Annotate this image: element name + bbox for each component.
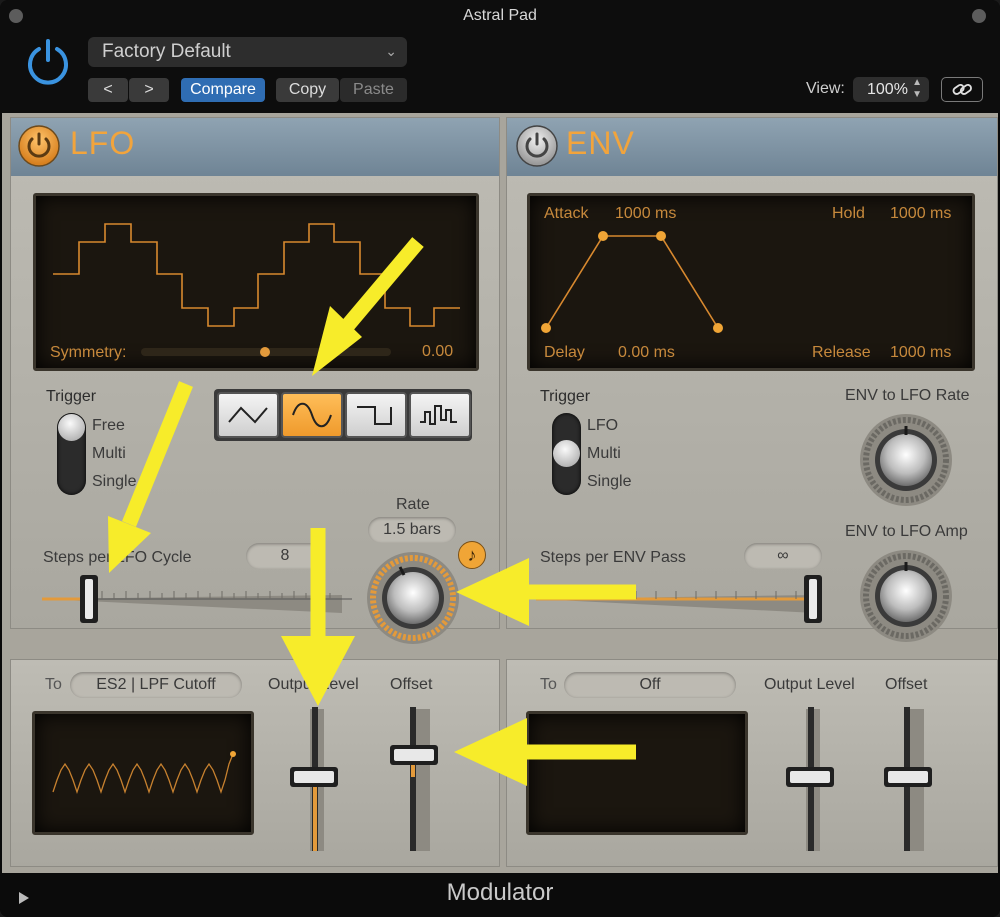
modulator-panel: LFO ENV Symmetry: 0.00 Trigger Free Mult… (2, 113, 998, 873)
waveform-square-button[interactable] (345, 392, 407, 438)
symmetry-label: Symmetry: (50, 344, 127, 361)
env-hold-point (656, 231, 666, 241)
env-power-icon[interactable] (516, 125, 558, 167)
link-icon[interactable] (941, 77, 983, 102)
sine-wave-icon (292, 402, 332, 428)
env-offset-label: Offset (885, 676, 928, 693)
zoom-value: 100% (867, 81, 908, 98)
lfo-output-scope (32, 711, 254, 835)
lfo-trigger-switch-thumb[interactable] (58, 414, 85, 441)
env-to-lfo-amp-knob[interactable] (857, 547, 955, 645)
env-output-level-fader[interactable] (784, 705, 838, 855)
lfo-power-icon[interactable] (18, 125, 60, 167)
env-attack-point (598, 231, 608, 241)
env-output-scope (526, 711, 748, 835)
footer-title: Modulator (446, 879, 554, 906)
env-to-lfo-rate-knob[interactable] (857, 411, 955, 509)
env-hold-value[interactable]: 1000 ms (890, 205, 951, 223)
lfo-steps-slider[interactable] (42, 573, 362, 629)
preset-dropdown[interactable]: Factory Default ⌄ (88, 37, 407, 67)
symmetry-slider-handle (260, 347, 270, 357)
env-shape-display: Attack 1000 ms Hold 1000 ms Delay 0.00 m… (527, 193, 975, 371)
lfo-offset-label: Offset (390, 676, 433, 693)
header-bar: Astral Pad Factory Default ⌄ < > Compare… (0, 0, 1000, 113)
env-delay-point (541, 323, 551, 333)
zoom-select[interactable]: 100% ▲ ▼ (853, 77, 929, 102)
plugin-window: Astral Pad Factory Default ⌄ < > Compare… (0, 0, 1000, 917)
plugin-power-icon[interactable] (24, 38, 72, 86)
rate-label: Rate (396, 496, 430, 513)
previous-preset-button[interactable]: < (88, 78, 128, 102)
env-release-value[interactable]: 1000 ms (890, 344, 951, 362)
lfo-output-level-label: Output Level (268, 676, 359, 693)
env-target-dropdown[interactable]: Off (564, 672, 736, 698)
rate-knob[interactable] (364, 549, 462, 647)
env-trigger-label: Trigger (540, 388, 591, 405)
lfo-steps-label: Steps per LFO Cycle (43, 549, 192, 566)
copy-button[interactable]: Copy (276, 78, 339, 102)
next-preset-button[interactable]: > (129, 78, 169, 102)
env-release-label: Release (812, 344, 871, 361)
lfo-to-label: To (45, 676, 62, 693)
rate-value[interactable]: 1.5 bars (368, 517, 456, 543)
env-to-lfo-rate-label: ENV to LFO Rate (845, 387, 970, 404)
lfo-offset-fader[interactable] (388, 705, 442, 855)
lfo-title: LFO (70, 125, 136, 161)
env-delay-value[interactable]: 0.00 ms (618, 344, 675, 362)
lfo-waveform-graph (53, 223, 460, 357)
env-title: ENV (566, 125, 635, 161)
lfo-steps-value[interactable]: 8 (246, 543, 324, 569)
view-label: View: (806, 80, 845, 97)
lfo-trigger-free[interactable]: Free (92, 417, 125, 435)
env-steps-label: Steps per ENV Pass (540, 549, 686, 566)
square-wave-icon (357, 406, 392, 425)
env-attack-label: Attack (544, 205, 589, 222)
env-to-label: To (540, 676, 557, 693)
lfo-trigger-label: Trigger (46, 388, 97, 405)
preset-name: Factory Default (102, 41, 231, 62)
triangle-wave-icon (228, 406, 268, 424)
env-hold-label: Hold (832, 205, 865, 222)
env-attack-value[interactable]: 1000 ms (615, 205, 676, 223)
paste-button[interactable]: Paste (340, 78, 407, 102)
lfo-trigger-single[interactable]: Single (92, 473, 136, 491)
env-steps-slider[interactable] (536, 573, 832, 629)
waveform-sine-button[interactable] (281, 392, 343, 438)
env-release-point (713, 323, 723, 333)
waveform-random-button[interactable] (409, 392, 471, 438)
env-trigger-lfo[interactable]: LFO (587, 417, 618, 435)
lfo-trigger-multi[interactable]: Multi (92, 445, 126, 463)
env-trigger-switch-thumb[interactable] (553, 440, 580, 467)
random-wave-icon (420, 405, 457, 425)
env-trigger-switch[interactable] (552, 413, 581, 495)
lfo-output-wave (52, 751, 236, 795)
env-output-level-label: Output Level (764, 676, 855, 693)
env-trigger-multi[interactable]: Multi (587, 445, 621, 463)
env-offset-fader[interactable] (882, 705, 936, 855)
symmetry-value[interactable]: 0.00 (422, 343, 453, 361)
lfo-trigger-switch[interactable] (57, 413, 86, 495)
waveform-triangle-button[interactable] (217, 392, 279, 438)
env-steps-value[interactable]: ∞ (744, 543, 822, 569)
stepper-arrows-icon: ▲ ▼ (912, 77, 922, 100)
lfo-waveform-display: Symmetry: 0.00 (33, 193, 479, 371)
lfo-output-level-fader[interactable] (288, 705, 342, 855)
env-delay-label: Delay (544, 344, 585, 361)
chevron-down-icon: ⌄ (385, 43, 397, 59)
env-trigger-single[interactable]: Single (587, 473, 631, 491)
note-sync-icon[interactable]: ♪ (458, 541, 486, 569)
compare-button[interactable]: Compare (181, 78, 265, 102)
window-title: Astral Pad (463, 7, 537, 24)
env-to-lfo-amp-label: ENV to LFO Amp (845, 523, 968, 540)
lfo-target-dropdown[interactable]: ES2 | LPF Cutoff (70, 672, 242, 698)
